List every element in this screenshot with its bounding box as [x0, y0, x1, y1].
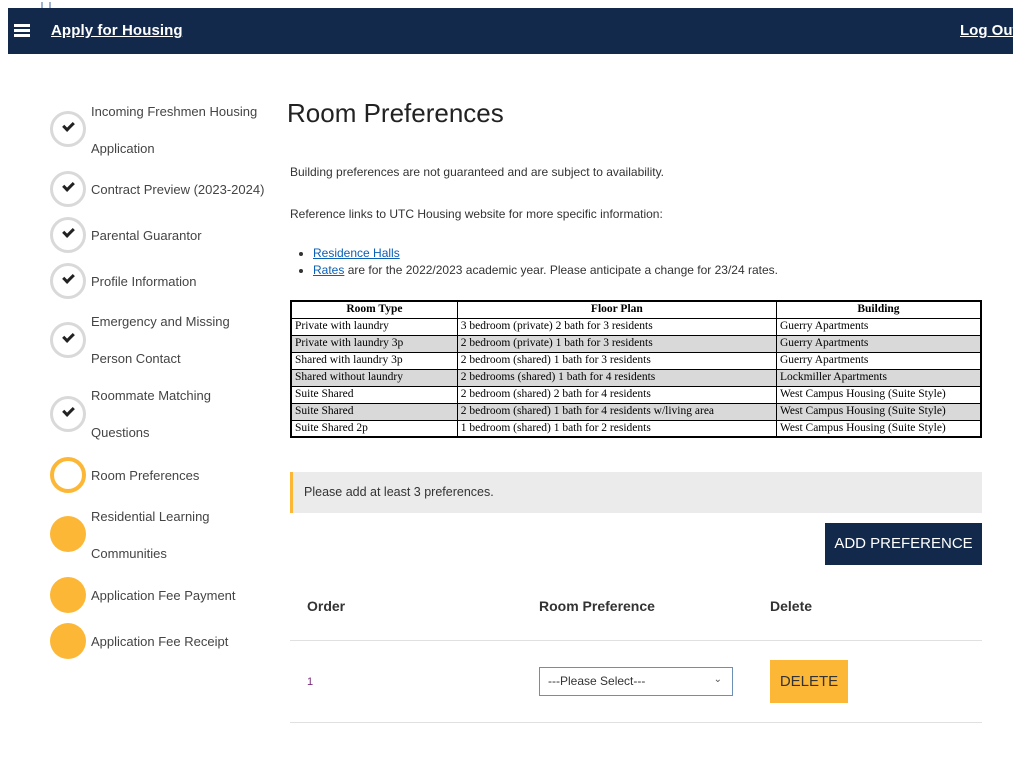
residence-halls-link[interactable]: Residence Halls [313, 246, 400, 260]
reference-text: Reference links to UTC Housing website f… [290, 207, 663, 221]
table-header-row: Room Type Floor Plan Building [290, 300, 982, 319]
availability-notice: Building preferences are not guaranteed … [290, 165, 665, 179]
table-row: Shared with laundry 3p 2 bedroom (shared… [290, 351, 982, 370]
step-label: Emergency and Missing [91, 314, 230, 329]
step-label: Application Fee Payment [91, 588, 236, 603]
cell-building: Lockmiller Apartments [775, 368, 982, 387]
col-building: Building [775, 300, 982, 319]
cell-floor-plan: 2 bedroom (shared) 1 bath for 3 resident… [456, 351, 777, 370]
step-label: Application [91, 141, 155, 156]
cell-room-type: Private with laundry 3p [290, 334, 458, 353]
rates-link[interactable]: Rates [313, 263, 344, 277]
table-row: Suite Shared 2 bedroom (shared) 2 bath f… [290, 385, 982, 404]
logout-link[interactable]: Log Out [960, 22, 1013, 39]
step-complete-check-icon [50, 217, 86, 253]
step-pending-circle-icon [50, 516, 86, 552]
col-floor-plan: Floor Plan [456, 300, 777, 319]
step-current-circle-icon [50, 457, 86, 493]
cell-building: Guerry Apartments [775, 317, 982, 336]
table-row: Private with laundry 3p 2 bedroom (priva… [290, 334, 982, 353]
cell-room-type: Suite Shared [290, 402, 458, 421]
step-complete-check-icon [50, 263, 86, 299]
room-preference-select[interactable]: ---Please Select--- ⌄ [539, 667, 733, 696]
room-types-table: Room Type Floor Plan Building Private wi… [290, 300, 982, 438]
reference-links-list: Residence Halls Rates are for the 2022/2… [313, 245, 778, 279]
cell-building: Guerry Apartments [775, 351, 982, 370]
delete-column-header: Delete [770, 598, 813, 614]
step-label: Incoming Freshmen Housing [91, 104, 258, 119]
cell-room-type: Suite Shared 2p [290, 419, 458, 438]
cell-building: West Campus Housing (Suite Style) [775, 402, 982, 421]
step-complete-check-icon [50, 171, 86, 207]
table-row: Suite Shared 2 bedroom (shared) 1 bath f… [290, 402, 982, 421]
step-complete-check-icon [50, 396, 86, 432]
cell-building: West Campus Housing (Suite Style) [775, 385, 982, 404]
table-row: Private with laundry 3 bedroom (private)… [290, 317, 982, 336]
divider [290, 640, 982, 641]
preferences-alert: Please add at least 3 preferences. [290, 472, 982, 513]
cell-floor-plan: 2 bedroom (private) 1 bath for 3 residen… [456, 334, 777, 353]
step-label: Roommate Matching [91, 388, 211, 403]
logo-fragment [41, 2, 51, 8]
step-label: Person Contact [91, 351, 181, 366]
cell-building: Guerry Apartments [775, 334, 982, 353]
step-label: Application Fee Receipt [91, 634, 229, 649]
select-value: ---Please Select--- [548, 674, 646, 688]
step-label: Room Preferences [91, 468, 200, 483]
step-complete-check-icon [50, 322, 86, 358]
add-preference-button[interactable]: ADD PREFERENCE [825, 523, 982, 565]
rates-note: are for the 2022/2023 academic year. Ple… [344, 263, 778, 277]
col-room-type: Room Type [290, 300, 458, 319]
page-title: Room Preferences [287, 98, 504, 128]
step-complete-check-icon [50, 111, 86, 147]
list-item: Rates are for the 2022/2023 academic yea… [313, 262, 778, 279]
top-nav-bar: Apply for Housing Log Out [8, 2, 1013, 54]
chevron-down-icon: ⌄ [713, 674, 722, 685]
cell-room-type: Private with laundry [290, 317, 458, 336]
cell-floor-plan: 2 bedroom (shared) 2 bath for 4 resident… [456, 385, 777, 404]
step-label: Contract Preview (2023-2024) [91, 182, 265, 197]
cell-floor-plan: 1 bedroom (shared) 1 bath for 2 resident… [456, 419, 777, 438]
step-label: Residential Learning [91, 509, 210, 524]
cell-building: West Campus Housing (Suite Style) [775, 419, 982, 438]
step-pending-circle-icon [50, 577, 86, 613]
table-row: Shared without laundry 2 bedrooms (share… [290, 368, 982, 387]
table-row: Suite Shared 2p 1 bedroom (shared) 1 bat… [290, 419, 982, 438]
cell-floor-plan: 3 bedroom (private) 2 bath for 3 residen… [456, 317, 777, 336]
order-column-header: Order [307, 598, 346, 614]
preference-order-number: 1 [307, 676, 314, 688]
cell-room-type: Suite Shared [290, 385, 458, 404]
step-label: Communities [91, 546, 167, 561]
step-pending-circle-icon [50, 623, 86, 659]
cell-floor-plan: 2 bedroom (shared) 1 bath for 4 resident… [456, 402, 777, 421]
list-item: Residence Halls [313, 245, 778, 262]
hamburger-menu-icon[interactable] [14, 24, 30, 37]
apply-for-housing-link[interactable]: Apply for Housing [51, 22, 183, 39]
room-preference-column-header: Room Preference [539, 598, 655, 614]
step-label: Profile Information [91, 274, 197, 289]
step-label: Parental Guarantor [91, 228, 202, 243]
divider [290, 722, 982, 723]
step-label: Questions [91, 425, 150, 440]
delete-preference-button[interactable]: DELETE [770, 660, 848, 703]
cell-room-type: Shared without laundry [290, 368, 458, 387]
cell-room-type: Shared with laundry 3p [290, 351, 458, 370]
cell-floor-plan: 2 bedrooms (shared) 1 bath for 4 residen… [456, 368, 777, 387]
